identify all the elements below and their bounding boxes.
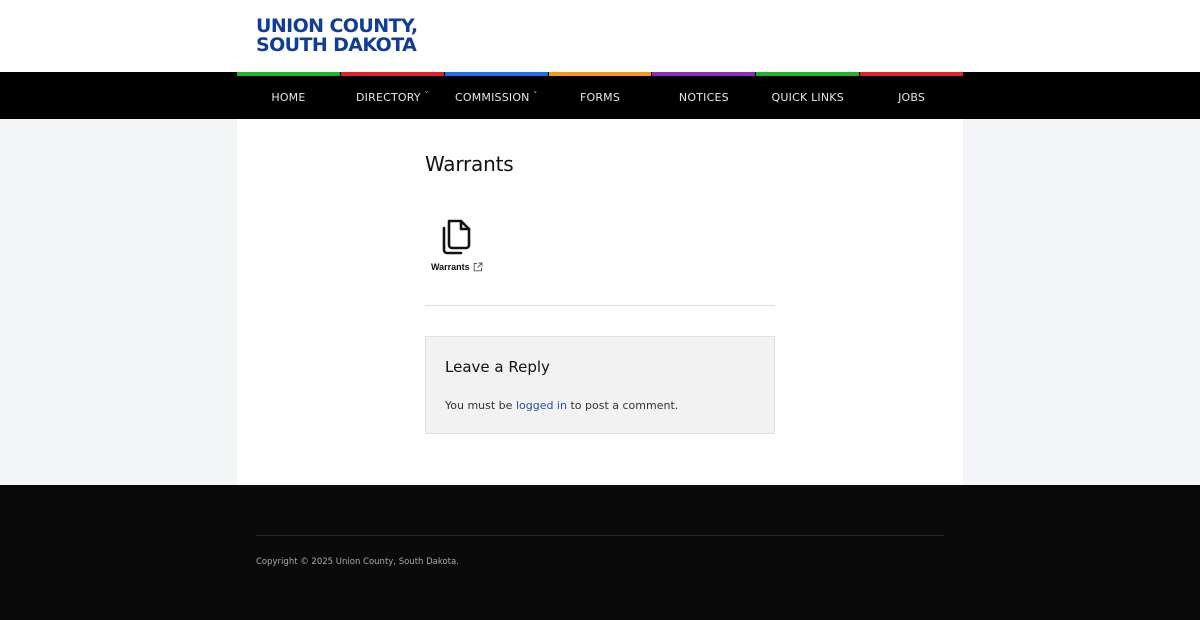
nav-item-home[interactable]: HOME xyxy=(237,72,340,119)
nav-item-notices[interactable]: NOTICES xyxy=(652,72,756,119)
chevron-down-icon: ˅ xyxy=(424,90,429,99)
footer-divider xyxy=(256,535,944,536)
file-download: Warrants xyxy=(425,217,495,277)
chevron-down-icon: ˅ xyxy=(533,90,538,99)
reply-text-before: You must be xyxy=(445,399,516,412)
nav-item-label: QUICK LINKS xyxy=(771,91,844,104)
external-link-icon xyxy=(473,262,483,272)
file-copy-icon[interactable] xyxy=(439,217,473,257)
reply-title: Leave a Reply xyxy=(445,358,550,376)
reply-message: You must be logged in to post a comment. xyxy=(445,399,678,412)
nav-item-label: NOTICES xyxy=(678,91,729,104)
file-link-label: Warrants xyxy=(431,262,470,272)
file-link[interactable]: Warrants xyxy=(431,262,483,272)
nav-menu: HOME DIRECTORY ˅ COMMISSION ˅ FORMS NOTI… xyxy=(237,72,964,119)
login-link[interactable]: logged in xyxy=(516,399,567,412)
site-footer: Copyright © 2025 Union County, South Dak… xyxy=(0,485,1200,620)
reply-text-after: to post a comment. xyxy=(566,399,679,412)
comment-section: Leave a Reply You must be logged in to p… xyxy=(425,336,775,434)
nav-item-label: FORMS xyxy=(579,91,621,104)
nav-item-jobs[interactable]: JOBS xyxy=(860,72,964,119)
nav-item-label: JOBS xyxy=(898,91,926,104)
main-content: Warrants Warrants Leave a Reply You must… xyxy=(237,119,963,485)
main-navigation: HOME DIRECTORY ˅ COMMISSION ˅ FORMS NOTI… xyxy=(0,72,1200,119)
nav-item-label: COMMISSION xyxy=(454,91,530,104)
nav-item-label: DIRECTORY xyxy=(356,91,421,104)
site-title-line2: SOUTH DAKOTA xyxy=(256,34,417,56)
nav-item-label: HOME xyxy=(271,91,306,104)
nav-item-forms[interactable]: FORMS xyxy=(548,72,652,119)
content-divider xyxy=(425,305,775,306)
page-title: Warrants xyxy=(425,152,514,176)
copyright-text: Copyright © 2025 Union County, South Dak… xyxy=(256,557,459,567)
site-header: UNION COUNTY, SOUTH DAKOTA xyxy=(0,0,1200,72)
nav-item-commission[interactable]: COMMISSION ˅ xyxy=(444,72,548,119)
site-title-link[interactable]: UNION COUNTY, SOUTH DAKOTA xyxy=(256,17,418,56)
nav-item-directory[interactable]: DIRECTORY ˅ xyxy=(340,72,444,119)
nav-item-quick-links[interactable]: QUICK LINKS xyxy=(756,72,860,119)
